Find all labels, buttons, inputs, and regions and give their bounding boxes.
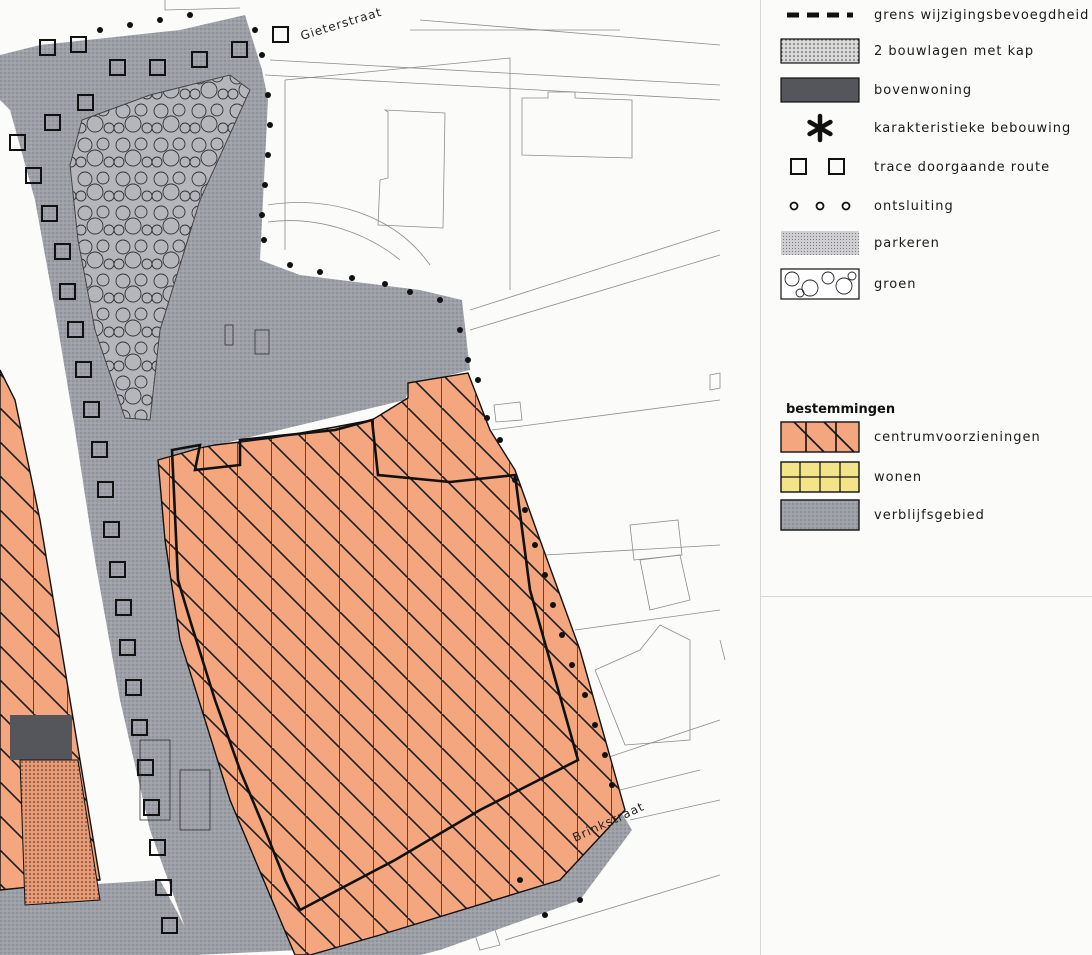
legend-label: trace doorgaande route — [874, 159, 1051, 175]
gray-fill-icon — [780, 499, 860, 531]
legend-item-groen: groen — [780, 268, 917, 300]
legend-label: verblijfsgebied — [874, 507, 985, 523]
legend-item-bouwlagen: 2 bouwlagen met kap — [780, 38, 1034, 64]
legend-heading-bestemmingen: bestemmingen — [786, 402, 896, 417]
legend-label: ontsluiting — [874, 198, 954, 214]
bovenwoning-block — [10, 715, 72, 760]
legend-item-parkeren: parkeren — [780, 230, 940, 256]
legend-label: bovenwoning — [874, 82, 973, 98]
legend-item-trace: trace doorgaande route — [780, 154, 1050, 180]
street-label-gieterstraat: Gieterstraat — [299, 5, 384, 43]
legend-item-verblijf: verblijfsgebied — [780, 498, 985, 532]
hatched-orange-icon — [780, 421, 860, 453]
legend-label: grens wijzigingsbevoegdheid — [874, 7, 1090, 23]
bouwlagen-block — [19, 759, 101, 906]
legend-item-centrum: centrumvoorzieningen — [780, 420, 1041, 454]
dashed-line-icon — [787, 12, 853, 18]
yellow-grid-icon — [780, 461, 860, 493]
dark-fill-icon — [780, 77, 860, 103]
legend-label: 2 bouwlagen met kap — [874, 43, 1035, 59]
tree-circles-icon — [780, 268, 860, 300]
legend-label: parkeren — [874, 235, 940, 251]
legend-item-ontsluiting: ontsluiting — [780, 193, 954, 219]
paper-fold-vertical — [760, 0, 761, 955]
legend-item-karakteristiek: karakteristieke bebouwing — [780, 113, 1072, 143]
square-pair-icon — [790, 158, 845, 175]
legend-label: karakteristieke bebouwing — [874, 120, 1072, 136]
legend-item-wonen: wonen — [780, 460, 922, 494]
legend-label: centrumvoorzieningen — [874, 429, 1041, 445]
asterisk-icon — [807, 113, 833, 143]
legend-label: groen — [874, 276, 917, 292]
circle-row-icon — [789, 201, 851, 211]
zoning-map-sheet: Gieterstraat Brinkstraat grens wijziging… — [0, 0, 1092, 955]
paper-fold-horizontal — [760, 596, 1092, 597]
grid-fill-icon — [781, 231, 859, 255]
legend-label: wonen — [874, 469, 923, 485]
dotted-fill-icon — [780, 38, 860, 64]
legend-item-bovenwoning: bovenwoning — [780, 77, 972, 103]
legend: grens wijzigingsbevoegdheid 2 bouwlagen … — [780, 0, 1092, 560]
legend-item-grens: grens wijzigingsbevoegdheid — [780, 2, 1089, 28]
